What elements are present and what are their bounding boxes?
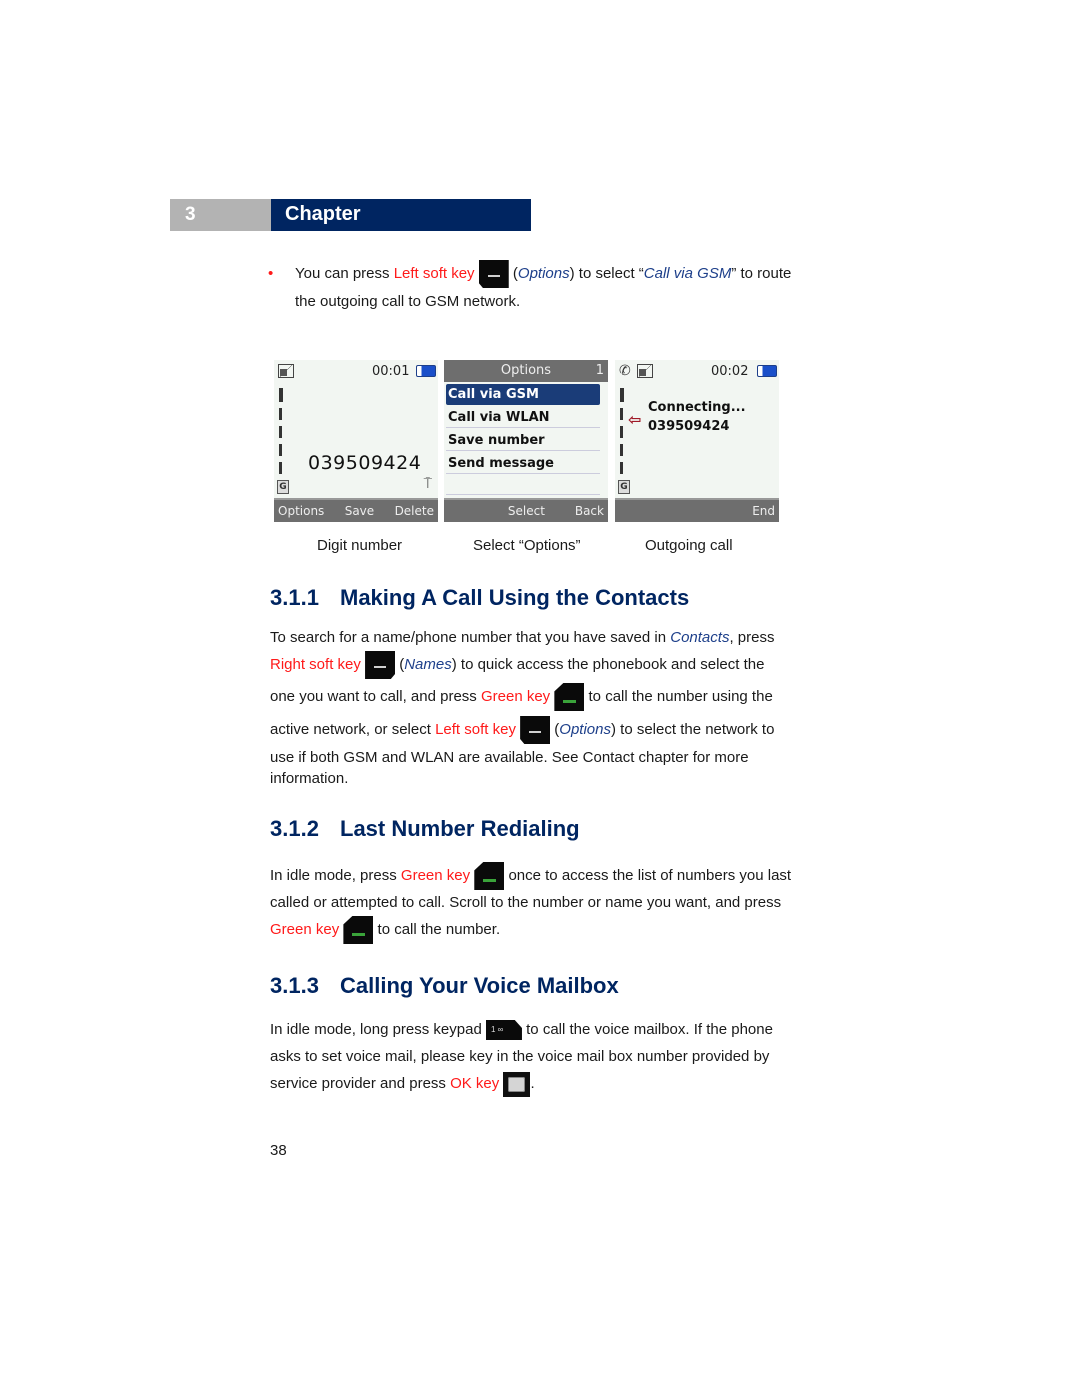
signal-strength-icon [279,388,283,480]
battery-icon [757,365,777,377]
caption-select-options: Select “Options” [473,537,581,554]
call-status: Connecting... 039509424 [648,400,746,434]
caption-digit-number: Digit number [317,537,403,554]
key-label: Left soft key [393,265,475,282]
dialed-number: 039509424 [308,452,422,474]
softkey-options[interactable]: Options [278,504,324,518]
calling-number: 039509424 [648,419,730,434]
call-icon: ✆ [619,363,631,379]
screen-digit-number: 00:01 039509424 G ⍑ Options Save Delete [274,360,438,522]
signal-strength-icon [620,388,624,480]
softkey-delete[interactable]: Delete [395,504,434,518]
screen-outgoing-call: ✆ 00:02 ⇦ Connecting... 039509424 G End [615,360,779,522]
green-key-icon [474,862,505,891]
options-header: Options 1 [444,360,608,382]
section-3-1-2-body: In idle mode, press Green key once to ac… [270,862,815,946]
right-soft-key-icon [365,651,396,680]
softkey-back[interactable]: Back [575,504,604,518]
call-timer: 00:01 [372,364,410,379]
ok-key-icon [503,1071,531,1097]
gsm-icon: G [277,480,289,494]
softkey-bar: Select Back [444,498,608,522]
left-soft-key-icon [478,260,509,289]
options-index: 1 [595,363,604,378]
menu-item-call-via-wlan[interactable]: Call via WLAN [446,407,600,428]
chapter-header: 3 Chapter [170,199,531,231]
chapter-title: Chapter [271,199,531,231]
caption-outgoing-call: Outgoing call [645,537,733,554]
menu-item-send-message[interactable]: Send message [446,453,600,474]
softkey-bar: End [615,498,779,522]
green-key-icon [343,916,374,945]
menu-item-empty [446,474,600,495]
message-icon [637,364,653,378]
chapter-number: 3 [170,199,271,231]
softkey-end[interactable]: End [752,504,775,518]
section-heading-3-1-2: 3.1.2 Last Number Redialing [270,816,580,841]
call-timer: 00:02 [711,364,749,379]
keypad-1-voicemail-icon: 1 ∞ [485,1020,522,1041]
section-3-1-1-body: To search for a name/phone number that y… [270,629,775,787]
softkey-select[interactable]: Select [508,504,545,518]
antenna-icon: ⍑ [423,476,432,492]
bullet-item: • You can press Left soft key (Options) … [268,260,808,315]
softkey-bar: Options Save Delete [274,498,438,522]
bullet-text: You can press Left soft key (Options) to… [295,260,808,315]
battery-icon [416,365,436,377]
message-icon [278,364,294,378]
section-heading-3-1-1: 3.1.1 Making A Call Using the Contacts [270,585,690,610]
gsm-icon: G [618,480,630,494]
screen-options-menu: Options 1 Call via GSM Call via WLAN Sav… [444,360,608,522]
menu-item-call-via-gsm[interactable]: Call via GSM [446,384,600,405]
menu-item-save-number[interactable]: Save number [446,430,600,451]
green-key-icon [554,683,585,712]
bullet-dot: • [268,265,274,282]
page-number: 38 [270,1142,287,1159]
left-soft-key-icon [520,716,551,745]
softkey-save[interactable]: Save [345,504,374,518]
outgoing-arrow-icon: ⇦ [628,410,642,429]
section-heading-3-1-3: 3.1.3 Calling Your Voice Mailbox [270,973,619,998]
section-3-1-3-body: In idle mode, long press keypad 1 ∞ to c… [270,1016,815,1100]
